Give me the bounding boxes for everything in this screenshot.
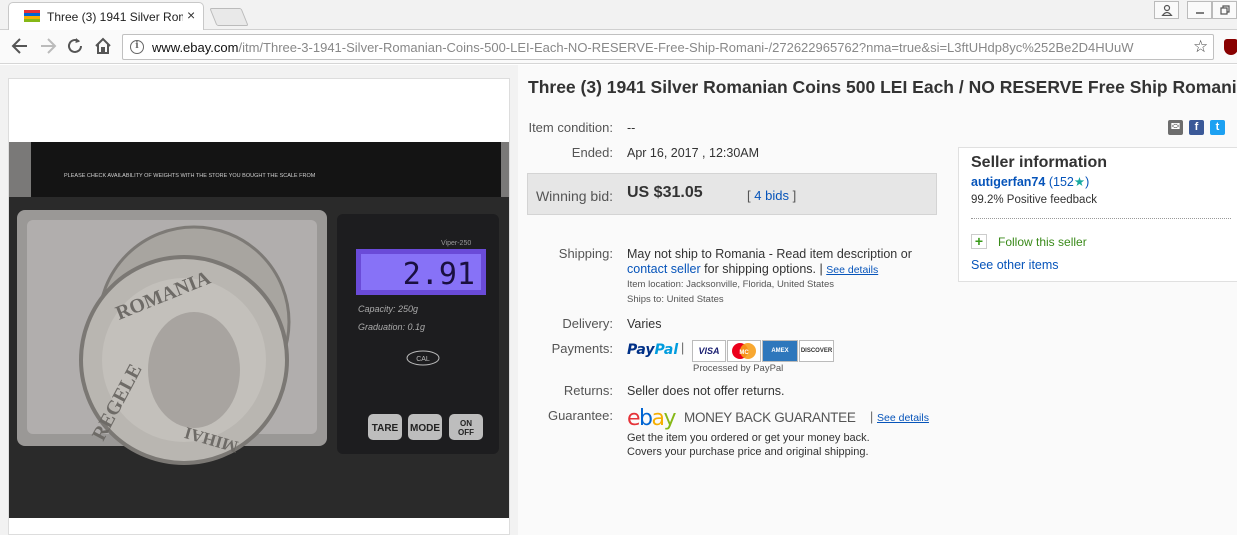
returns-label: Returns: <box>563 383 613 398</box>
browser-toolbar: i www.ebay.com/itm/Three-3-1941-Silver-R… <box>0 30 1237 64</box>
processed-by-paypal: Processed by PayPal <box>693 363 784 374</box>
scale-cal: CAL <box>416 356 430 363</box>
extension-shield-icon[interactable] <box>1224 39 1237 55</box>
restore-icon[interactable] <box>1212 1 1237 19</box>
contact-seller-link[interactable]: contact seller <box>627 262 701 276</box>
bids-count: [ 4 bids ] <box>747 188 797 203</box>
ships-to: Ships to: United States <box>627 294 724 305</box>
shipping-see-details-link[interactable]: See details <box>826 264 878 276</box>
winning-bid-value: US $31.05 <box>627 184 703 201</box>
ebay-favicon-icon <box>24 10 40 24</box>
ended-label: Ended: <box>571 145 613 160</box>
feedback-star-icon: ★ <box>1073 175 1086 189</box>
returns-value: Seller does not offer returns. <box>627 384 785 398</box>
item-photo[interactable]: PLEASE CHECK AVAILABILITY OF WEIGHTS WIT… <box>9 142 509 518</box>
browser-tab-bar: Three (3) 1941 Silver Romanian Coins × <box>0 0 1237 30</box>
tab-title: Three (3) 1941 Silver Romanian Coins <box>47 10 183 24</box>
new-tab-button[interactable] <box>209 8 249 26</box>
guarantee-line-2: Covers your purchase price and original … <box>627 446 869 458</box>
visa-card-icon: VISA <box>692 340 726 362</box>
seller-info-heading: Seller information <box>971 154 1108 171</box>
payments-separator: | <box>681 341 685 355</box>
ebay-page: PLEASE CHECK AVAILABILITY OF WEIGHTS WIT… <box>0 65 1237 535</box>
delivery-value: Varies <box>627 317 662 331</box>
guarantee-line-1: Get the item you ordered or get your mon… <box>627 432 870 444</box>
shipping-label: Shipping: <box>558 246 613 261</box>
forward-icon[interactable] <box>39 35 57 62</box>
on-key: ON <box>460 419 472 428</box>
seller-name-link[interactable]: autigerfan74 <box>971 175 1045 189</box>
profile-icon[interactable] <box>1154 1 1179 19</box>
discover-card-icon: DISCOVER <box>799 340 834 362</box>
payments-label: Payments: <box>551 341 613 356</box>
see-other-items-link[interactable]: See other items <box>971 258 1059 272</box>
guarantee-label: Guarantee: <box>547 408 613 423</box>
item-title: Three (3) 1941 Silver Romanian Coins 500… <box>528 77 1237 97</box>
feedback-score[interactable]: (152 <box>1049 175 1074 189</box>
ended-value: Apr 16, 2017 , 12:30AM <box>627 146 760 160</box>
paypal-logo: PayPal <box>627 342 679 358</box>
guarantee-see-details-link[interactable]: See details <box>877 412 929 424</box>
positive-feedback: 99.2% Positive feedback <box>971 194 1097 206</box>
delivery-label: Delivery: <box>562 316 613 331</box>
shipping-line-2: contact seller for shipping options. | S… <box>627 262 879 276</box>
site-info-icon[interactable]: i <box>130 40 144 54</box>
ebay-logo-icon: ebay <box>627 406 676 431</box>
image-panel: PLEASE CHECK AVAILABILITY OF WEIGHTS WIT… <box>8 78 510 535</box>
scale-brand: Viper-250 <box>441 240 471 247</box>
bookmark-star-icon[interactable]: ☆ <box>1193 37 1208 57</box>
facebook-share-icon[interactable]: f <box>1189 120 1204 135</box>
item-details: Three (3) 1941 Silver Romanian Coins 500… <box>518 65 1237 535</box>
off-key: OFF <box>458 428 474 437</box>
seller-divider <box>971 218 1231 219</box>
scale-capacity: Capacity: 250g <box>358 304 418 314</box>
tare-key: TARE <box>372 423 399 434</box>
email-share-icon[interactable]: ✉ <box>1168 120 1183 135</box>
seller-name-line: autigerfan74 (152★) <box>971 175 1090 189</box>
mode-key: MODE <box>410 423 440 434</box>
guarantee-see-details: See details <box>877 410 929 424</box>
follow-plus-icon[interactable]: + <box>971 234 987 249</box>
scale-graduation: Graduation: 0.1g <box>358 322 425 332</box>
winning-bid-box: Winning bid: US $31.05 [ 4 bids ] <box>527 173 937 215</box>
home-icon[interactable] <box>94 35 112 62</box>
scale-box-text: PLEASE CHECK AVAILABILITY OF WEIGHTS WIT… <box>64 173 316 179</box>
winning-bid-label: Winning bid: <box>535 188 613 204</box>
address-url[interactable]: www.ebay.com/itm/Three-3-1941-Silver-Rom… <box>152 40 1184 55</box>
browser-tab-active[interactable]: Three (3) 1941 Silver Romanian Coins × <box>8 2 204 30</box>
amex-card-icon: AMEX <box>762 340 798 362</box>
bids-link[interactable]: 4 bids <box>754 188 789 203</box>
address-bar[interactable]: i www.ebay.com/itm/Three-3-1941-Silver-R… <box>122 34 1214 60</box>
item-condition-label: Item condition: <box>528 120 613 135</box>
seller-info-box: Seller information autigerfan74 (152★) 9… <box>958 147 1237 282</box>
tab-close-icon[interactable]: × <box>187 8 195 22</box>
payment-cards: VISA MC AMEX DISCOVER <box>692 340 834 362</box>
guarantee-separator: | <box>870 410 874 424</box>
twitter-share-icon[interactable]: t <box>1210 120 1225 135</box>
back-icon[interactable] <box>11 35 29 62</box>
item-location: Item location: Jacksonville, Florida, Un… <box>627 279 834 290</box>
item-condition-value: -- <box>627 121 636 135</box>
money-back-guarantee: MONEY BACK GUARANTEE <box>684 410 856 425</box>
mastercard-icon: MC <box>727 340 761 362</box>
follow-seller-link[interactable]: Follow this seller <box>998 235 1087 249</box>
shipping-line-1: May not ship to Romania - Read item desc… <box>627 247 912 261</box>
scale-readout: 2.91 <box>403 257 475 292</box>
reload-icon[interactable] <box>66 35 84 62</box>
minimize-icon[interactable] <box>1187 1 1212 19</box>
